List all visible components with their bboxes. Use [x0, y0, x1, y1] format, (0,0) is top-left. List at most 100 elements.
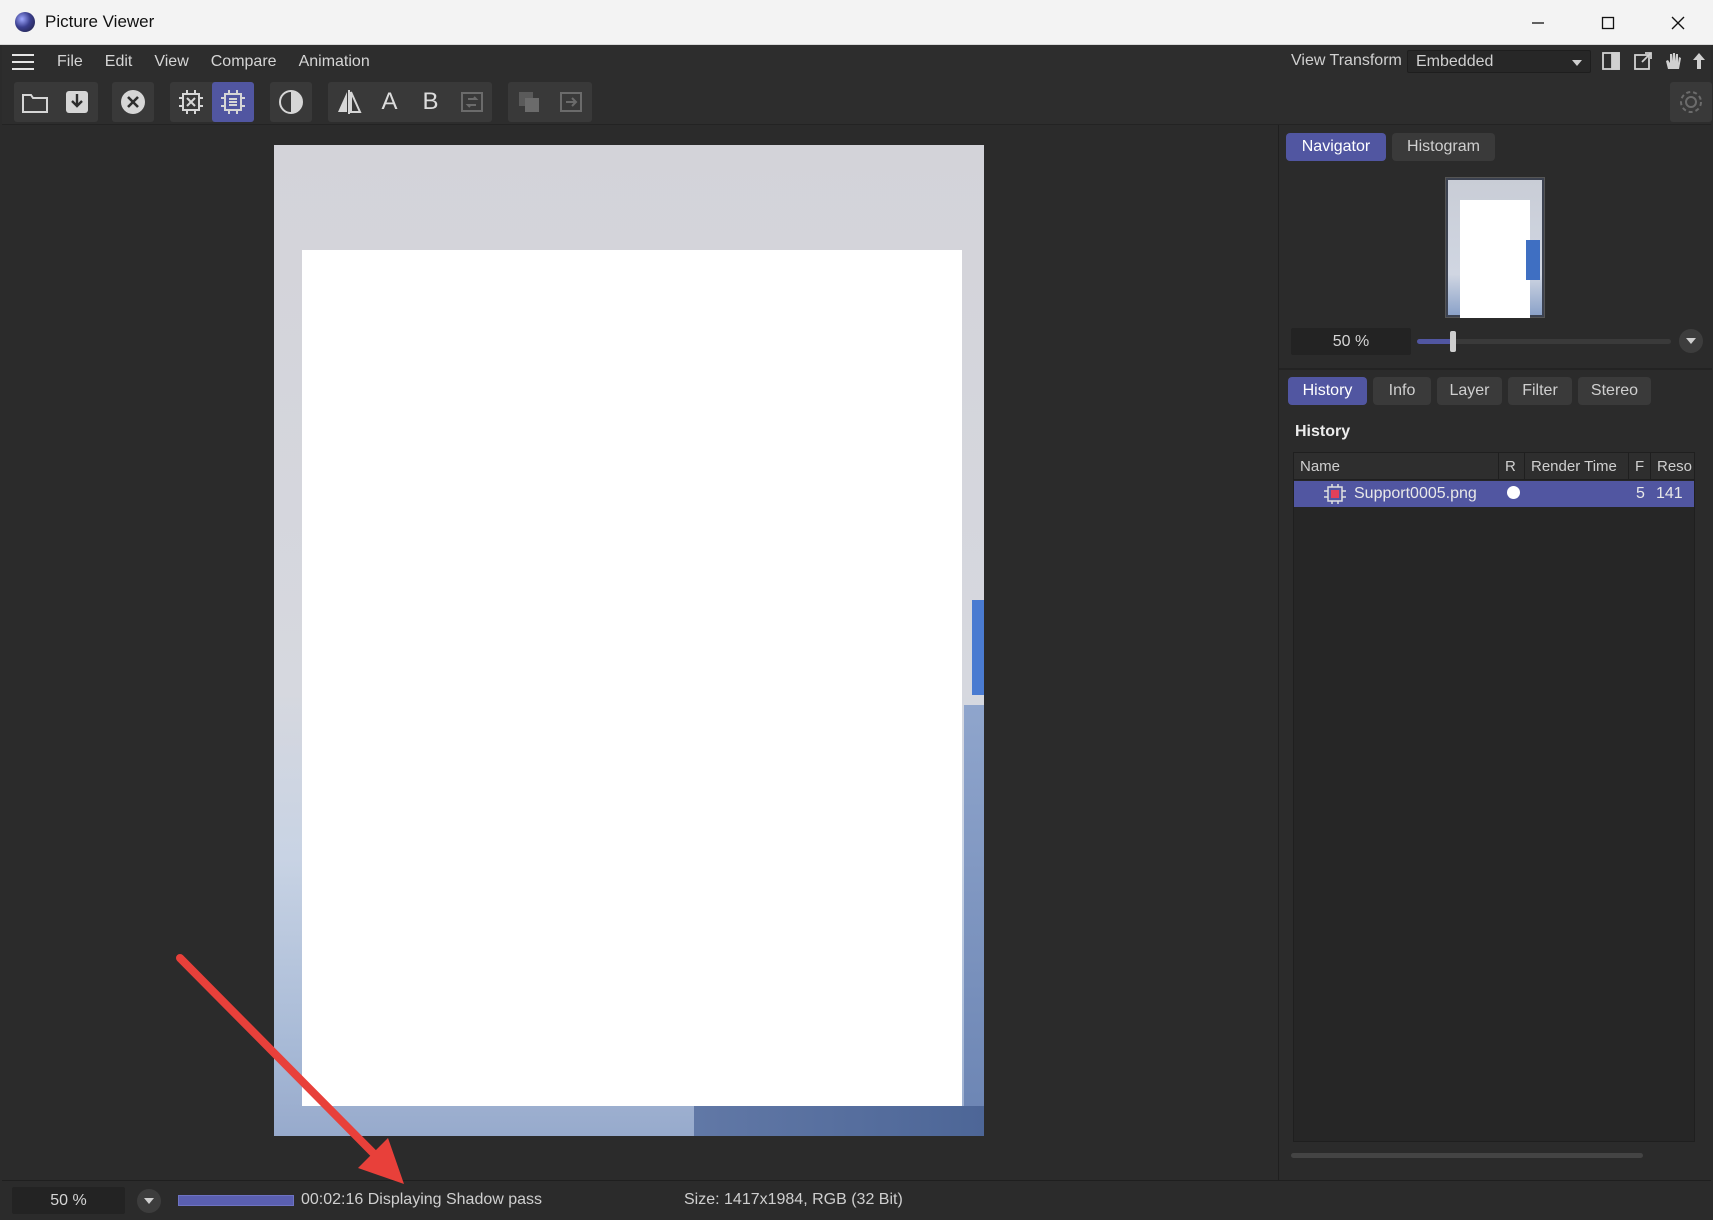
close-tool-group — [112, 82, 154, 122]
toolbar: A B — [2, 78, 1712, 125]
swap-ab-button[interactable] — [451, 82, 492, 122]
column-header-render-time[interactable]: Render Time — [1525, 453, 1629, 480]
maximize-button[interactable] — [1573, 0, 1643, 45]
save-download-icon — [66, 91, 88, 113]
render-region-icon — [179, 90, 203, 114]
close-circle-icon — [121, 90, 145, 114]
minimize-icon — [1532, 21, 1544, 24]
contrast-tool-group — [270, 82, 312, 122]
open-button[interactable] — [14, 82, 56, 122]
menu-edit[interactable]: Edit — [94, 53, 144, 71]
row-frame: 5 — [1636, 485, 1645, 502]
column-header-r[interactable]: R — [1499, 453, 1525, 480]
overlay-button[interactable] — [508, 82, 550, 122]
column-header-name[interactable]: Name — [1294, 453, 1499, 480]
rendered-image — [274, 145, 984, 1136]
contrast-icon — [279, 90, 303, 114]
close-icon — [1671, 16, 1685, 29]
window-title: Picture Viewer — [45, 12, 155, 31]
layer-tool-group — [508, 82, 592, 122]
history-horizontal-scrollbar[interactable] — [1291, 1153, 1643, 1158]
zoom-slider-handle[interactable] — [1449, 331, 1456, 352]
tab-layer[interactable]: Layer — [1437, 377, 1502, 405]
compare-tool-group: A B — [328, 82, 492, 122]
status-dot-icon — [1507, 486, 1520, 499]
menu-file[interactable]: File — [46, 53, 94, 71]
letter-a-icon: A — [381, 88, 398, 115]
row-render-time — [1529, 481, 1629, 507]
move-arrow-icon[interactable] — [1688, 50, 1710, 72]
swap-icon — [460, 92, 483, 112]
image-viewport[interactable] — [2, 125, 1278, 1180]
menu-animation[interactable]: Animation — [288, 53, 381, 71]
render-active-icon — [221, 90, 245, 114]
image-size-info: Size: 1417x1984, RGB (32 Bit) — [684, 1191, 903, 1208]
tab-history[interactable]: History — [1288, 377, 1367, 405]
view-transform-select[interactable]: Embedded — [1407, 50, 1591, 73]
compare-icon — [337, 90, 362, 114]
view-transform-label: View Transform — [1291, 52, 1402, 69]
table-row[interactable]: Support0005.png 5 141 — [1294, 481, 1694, 507]
export-icon — [560, 92, 582, 112]
settings-button[interactable] — [1670, 82, 1712, 122]
panel-divider — [1279, 368, 1712, 370]
letter-b-icon: B — [422, 88, 439, 115]
status-zoom-dropdown[interactable] — [137, 1189, 161, 1213]
zoom-slider[interactable] — [1417, 331, 1671, 352]
hand-pan-icon[interactable] — [1661, 50, 1683, 72]
split-view-icon[interactable] — [1600, 50, 1622, 72]
render-file-icon — [1324, 484, 1346, 504]
chevron-down-icon — [1572, 60, 1582, 66]
menu-view[interactable]: View — [143, 53, 199, 71]
folder-open-icon — [22, 94, 48, 113]
status-zoom-field[interactable]: 50 % — [12, 1187, 125, 1214]
row-resolution: 141 — [1656, 485, 1683, 502]
hamburger-icon[interactable] — [12, 53, 34, 70]
settings-tool-group — [1670, 82, 1712, 122]
file-tool-group — [14, 82, 98, 122]
app-logo-icon — [15, 12, 35, 32]
save-button[interactable] — [56, 82, 98, 122]
navigator-thumbnail[interactable] — [1445, 177, 1545, 318]
chevron-down-icon — [1686, 338, 1696, 344]
close-image-button[interactable] — [112, 82, 154, 122]
history-title: History — [1295, 423, 1351, 440]
window-controls — [1503, 0, 1713, 45]
maximize-icon — [1601, 16, 1615, 29]
close-window-button[interactable] — [1643, 0, 1713, 45]
overlay-icon — [519, 92, 539, 112]
navigator-zoom-field[interactable]: 50 % — [1291, 328, 1411, 355]
column-header-f[interactable]: F — [1629, 453, 1651, 480]
zoom-slider-fill — [1417, 339, 1453, 344]
render-active-button[interactable] — [212, 82, 254, 122]
view-transform-value: Embedded — [1416, 53, 1494, 70]
history-table: Name R Render Time F Reso Support0005.pn… — [1293, 452, 1695, 1142]
row-name: Support0005.png — [1354, 485, 1477, 502]
status-bar: 50 % 00:02:16 Displaying Shadow pass Siz… — [2, 1180, 1711, 1220]
menu-compare[interactable]: Compare — [200, 53, 288, 71]
status-message: 00:02:16 Displaying Shadow pass — [301, 1191, 543, 1208]
column-header-reso[interactable]: Reso — [1651, 453, 1694, 480]
render-tool-group — [170, 82, 254, 122]
tab-stereo[interactable]: Stereo — [1578, 377, 1651, 405]
minimize-button[interactable] — [1503, 0, 1573, 45]
tab-filter[interactable]: Filter — [1508, 377, 1572, 405]
chevron-down-icon — [144, 1198, 154, 1204]
compare-a-button[interactable]: A — [369, 82, 410, 122]
gear-icon — [1680, 91, 1702, 113]
external-window-icon[interactable] — [1632, 50, 1654, 72]
compare-button[interactable] — [328, 82, 369, 122]
tab-navigator[interactable]: Navigator — [1286, 133, 1386, 161]
export-button[interactable] — [550, 82, 592, 122]
shadow-pass-area — [302, 250, 962, 1106]
title-bar: Picture Viewer — [0, 0, 1713, 45]
history-table-header: Name R Render Time F Reso — [1294, 453, 1694, 480]
render-progress-bar — [178, 1195, 294, 1206]
compare-b-button[interactable]: B — [410, 82, 451, 122]
menu-bar: File Edit View Compare Animation View Tr… — [2, 45, 1711, 78]
tab-histogram[interactable]: Histogram — [1392, 133, 1495, 161]
contrast-button[interactable] — [270, 82, 312, 122]
tab-info[interactable]: Info — [1373, 377, 1431, 405]
zoom-options-button[interactable] — [1679, 329, 1703, 353]
render-region-button[interactable] — [170, 82, 212, 122]
